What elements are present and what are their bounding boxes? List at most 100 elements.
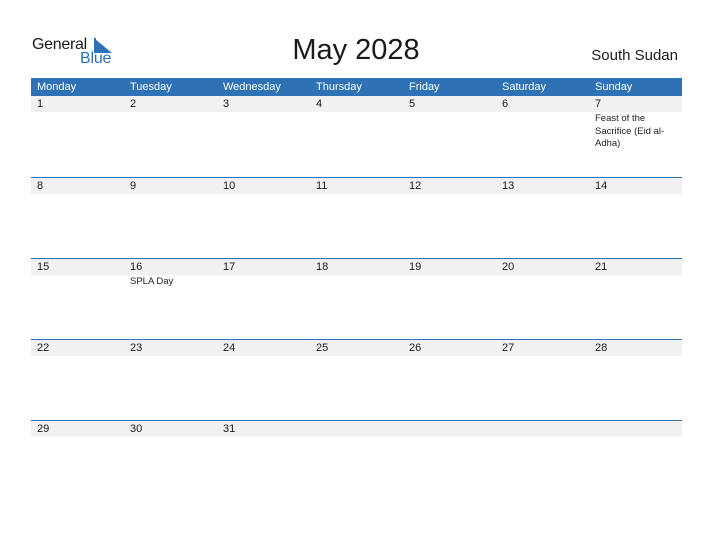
holiday-label: [223, 275, 310, 276]
day-cell: 7 Feast of the Sacrifice (Eid al-Adha): [589, 96, 682, 151]
holiday-label: [223, 112, 310, 113]
holiday-label: [316, 275, 403, 276]
holiday-label: [130, 356, 217, 357]
day-number: 20: [502, 261, 515, 273]
day-cell: 13: [496, 178, 589, 195]
weekday-sunday: Sunday: [595, 81, 633, 93]
day-cell: 5: [403, 96, 496, 151]
calendar-grid: Monday Tuesday Wednesday Thursday Friday…: [31, 78, 682, 501]
day-cell: 26: [403, 340, 496, 357]
day-cell: [496, 421, 589, 438]
holiday-label: [223, 437, 310, 438]
day-number: 18: [316, 261, 329, 273]
weekday-header: Monday Tuesday Wednesday Thursday Friday…: [31, 78, 682, 96]
holiday-label: [595, 275, 682, 276]
day-cell: 18: [310, 259, 403, 289]
day-cell: [310, 421, 403, 438]
day-number: 11: [316, 180, 328, 192]
week-row: 22 23 24 25 26 27 28: [31, 339, 682, 420]
day-cell: 30: [124, 421, 217, 438]
day-number: 7: [595, 98, 602, 110]
holiday-label: [502, 356, 589, 357]
day-cell: 19: [403, 259, 496, 289]
holiday-label: [502, 437, 589, 438]
day-number: [316, 421, 403, 437]
day-number: 26: [409, 342, 422, 354]
day-number: 13: [502, 180, 515, 192]
weekday-wednesday: Wednesday: [223, 81, 281, 93]
day-number: 12: [409, 180, 422, 192]
day-cell: 29: [31, 421, 124, 438]
day-number: 31: [223, 423, 236, 435]
weekday-saturday: Saturday: [502, 81, 547, 93]
day-number: 8: [37, 180, 44, 192]
day-number: 9: [130, 180, 137, 192]
day-number: [502, 421, 589, 437]
day-cell: 23: [124, 340, 217, 357]
day-cell: 10: [217, 178, 310, 195]
week-row: 1 2 3 4 5 6 7 Feast of the Sacrifice (Eid al-Ad…: [31, 96, 682, 177]
holiday-label: [502, 112, 589, 113]
weekday-monday: Monday: [37, 81, 77, 93]
week-row: 8 9 10 11 12 13 14: [31, 177, 682, 258]
holiday-label: [316, 194, 403, 195]
day-number: 21: [595, 261, 608, 273]
day-cell: 1: [31, 96, 124, 151]
day-number: 30: [130, 423, 143, 435]
day-number: 25: [316, 342, 329, 354]
holiday-label: [502, 194, 589, 195]
day-cell: 14: [589, 178, 682, 195]
holiday-label: [130, 437, 217, 438]
day-cell: 12: [403, 178, 496, 195]
holiday-label: [409, 356, 496, 357]
day-cell: 28: [589, 340, 682, 357]
holiday-label: [316, 112, 403, 113]
holiday-label: [223, 356, 310, 357]
holiday-label: [223, 194, 310, 195]
day-cell: 3: [217, 96, 310, 151]
day-number: 17: [223, 261, 236, 273]
holiday-label: [316, 437, 403, 438]
holiday-label: [130, 112, 217, 113]
week-row: 29 30 31: [31, 420, 682, 501]
weeks-container: 1 2 3 4 5 6 7 Feast of the Sacrifice (Eid al-Ad…: [31, 96, 682, 501]
day-number: 15: [37, 261, 50, 273]
day-cell: 22: [31, 340, 124, 357]
day-cell: 16 SPLA Day: [124, 259, 217, 289]
day-cell: 6: [496, 96, 589, 151]
day-number: 1: [37, 98, 44, 110]
day-number: [409, 421, 496, 437]
weekday-friday: Friday: [409, 81, 440, 93]
weekday-thursday: Thursday: [316, 81, 362, 93]
day-number: 5: [409, 98, 416, 110]
day-cell: 17: [217, 259, 310, 289]
day-cell: [589, 421, 682, 438]
day-cell: 21: [589, 259, 682, 289]
day-number: 27: [502, 342, 515, 354]
country-label: South Sudan: [591, 47, 678, 64]
holiday-label: [502, 275, 589, 276]
day-cell: 9: [124, 178, 217, 195]
day-number: 28: [595, 342, 608, 354]
day-number: 4: [316, 98, 323, 110]
weekday-tuesday: Tuesday: [130, 81, 172, 93]
day-number: 29: [37, 423, 50, 435]
holiday-label: [595, 356, 682, 357]
holiday-label: [409, 194, 496, 195]
holiday-label: [595, 437, 682, 438]
day-number: 23: [130, 342, 143, 354]
holiday-label: [37, 437, 124, 438]
holiday-label: [595, 194, 682, 195]
day-number: 24: [223, 342, 236, 354]
holiday-label: [37, 275, 124, 276]
day-number: 16: [130, 261, 143, 273]
day-number: 19: [409, 261, 422, 273]
day-number: 14: [595, 180, 608, 192]
day-cell: 20: [496, 259, 589, 289]
day-cell: 25: [310, 340, 403, 357]
day-cell: [403, 421, 496, 438]
day-cell: 8: [31, 178, 124, 195]
holiday-label: [37, 112, 124, 113]
day-number: 10: [223, 180, 236, 192]
day-number: 6: [502, 98, 509, 110]
